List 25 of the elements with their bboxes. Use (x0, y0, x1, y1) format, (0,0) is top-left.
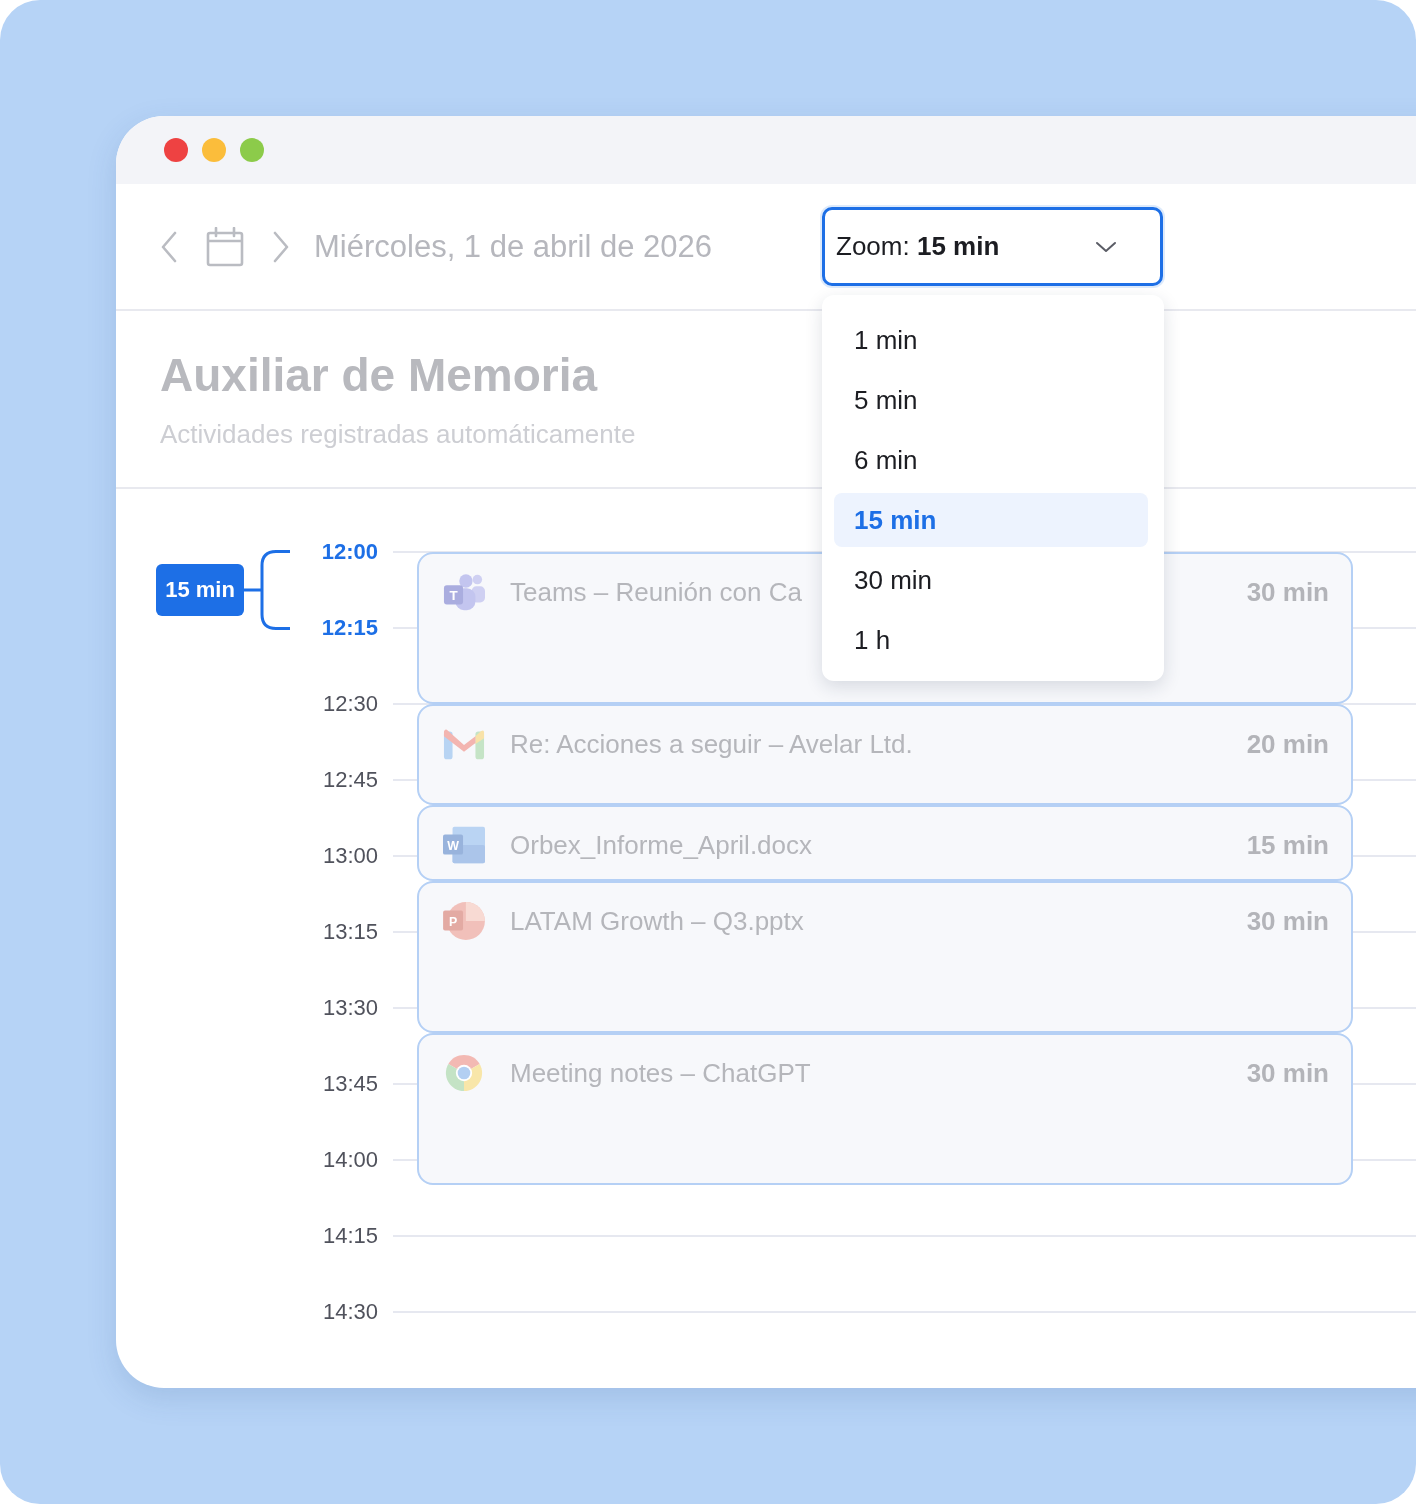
page-title: Auxiliar de Memoria (160, 348, 598, 403)
activity-title: Re: Acciones a seguir – Avelar Ltd. (510, 728, 913, 761)
time-label: 13:00 (322, 843, 378, 869)
activity-title: Meeting notes – ChatGPT (510, 1057, 811, 1091)
date-label: Miércoles, 1 de abril de 2026 (314, 228, 713, 265)
activity-title: Teams – Reunión con Ca (510, 576, 802, 609)
activity-title: Orbex_Informe_April.docx (510, 829, 813, 863)
presentation-icon: P (443, 902, 485, 941)
time-label: 12:45 (322, 767, 378, 793)
activity-duration: 15 min (1246, 829, 1329, 863)
activity-duration: 20 min (1246, 728, 1329, 761)
activity-duration: 30 min (1246, 1057, 1329, 1091)
activity-duration: 30 min (1246, 576, 1329, 609)
interval-badge: 15 min (156, 564, 244, 616)
activity-duration: 30 min (1246, 905, 1329, 939)
time-label: 14:00 (322, 1147, 378, 1173)
activity-title: LATAM Growth – Q3.pptx (510, 905, 804, 939)
time-label: 14:15 (322, 1223, 378, 1249)
time-label: 13:30 (322, 995, 378, 1021)
time-label: 13:45 (322, 1071, 378, 1097)
time-label: 12:30 (322, 691, 378, 717)
time-label: 12:15 (321, 615, 378, 641)
time-label: 12:00 (321, 539, 378, 565)
time-label: 13:15 (322, 919, 378, 945)
time-label: 14:30 (322, 1299, 378, 1325)
